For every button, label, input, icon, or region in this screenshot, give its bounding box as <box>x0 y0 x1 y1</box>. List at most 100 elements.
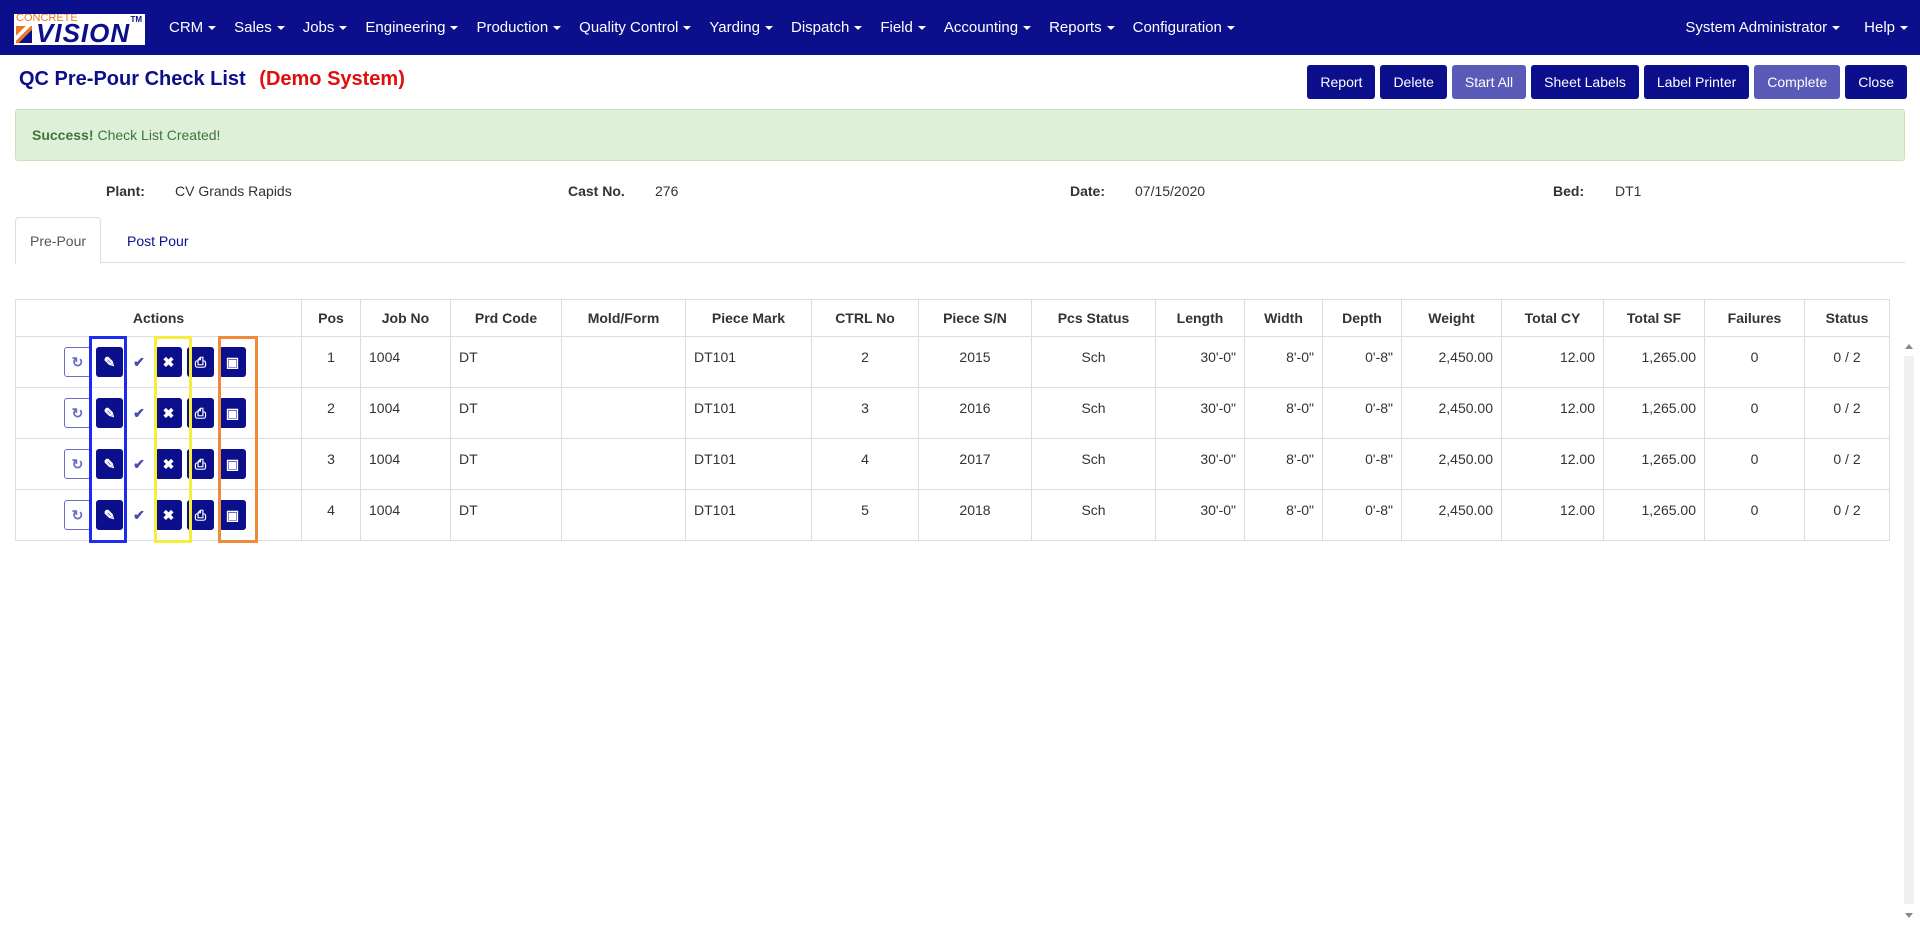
refresh-icon[interactable]: ↻ <box>64 347 91 377</box>
tab-post-pour[interactable]: Post Pour <box>113 217 202 264</box>
cell-width: 8'-0" <box>1244 438 1323 490</box>
image-icon[interactable]: ▣ <box>219 398 246 428</box>
label-printer-button[interactable]: Label Printer <box>1643 65 1750 99</box>
image-icon[interactable]: ▣ <box>219 347 246 377</box>
column-header[interactable]: Total SF <box>1603 299 1705 337</box>
column-header[interactable]: Job No <box>360 299 451 337</box>
print-icon[interactable]: ⎙ <box>187 398 214 428</box>
print-icon[interactable]: ⎙ <box>187 449 214 479</box>
edit-icon[interactable]: ✎ <box>96 449 123 479</box>
nav-menu-yarding[interactable]: Yarding <box>700 19 782 36</box>
delete-button[interactable]: Delete <box>1380 65 1447 99</box>
nav-menu-dispatch[interactable]: Dispatch <box>782 19 871 36</box>
row-actions: ↻ ✎ ✔ ✖ ⎙ ▣ <box>15 336 302 388</box>
nav-menu-quality-control[interactable]: Quality Control <box>570 19 700 36</box>
scroll-down-icon[interactable] <box>1905 913 1913 918</box>
nav-menu-label: Configuration <box>1132 19 1222 36</box>
column-header[interactable]: Mold/Form <box>561 299 686 337</box>
cell-length: 30'-0" <box>1155 387 1245 439</box>
column-header[interactable]: Failures <box>1704 299 1805 337</box>
nav-menu-engineering[interactable]: Engineering <box>356 19 467 36</box>
cell-status: Sch <box>1031 336 1156 388</box>
edit-icon[interactable]: ✎ <box>96 347 123 377</box>
help-menu[interactable]: Help <box>1852 19 1920 36</box>
cell-sn: 2018 <box>918 489 1032 541</box>
caret-down-icon <box>1832 26 1841 31</box>
sheet-labels-button[interactable]: Sheet Labels <box>1531 65 1639 99</box>
concrete-vision-logo[interactable]: CONCRETE VISION TM <box>14 14 145 45</box>
scroll-track[interactable] <box>1904 356 1914 904</box>
column-header[interactable]: Weight <box>1401 299 1502 337</box>
nav-menu-production[interactable]: Production <box>467 19 570 36</box>
nav-menu-label: Production <box>476 19 549 36</box>
cell-pos: 3 <box>301 438 361 490</box>
refresh-icon[interactable]: ↻ <box>64 449 91 479</box>
column-header[interactable]: Pos <box>301 299 361 337</box>
row-actions: ↻ ✎ ✔ ✖ ⎙ ▣ <box>15 387 302 439</box>
check-icon[interactable]: ✔ <box>128 449 150 479</box>
cell-weight: 2,450.00 <box>1401 387 1502 439</box>
column-header[interactable]: Width <box>1244 299 1323 337</box>
cell-mold <box>561 489 686 541</box>
column-header[interactable]: Piece S/N <box>918 299 1032 337</box>
cell-state: 0 / 2 <box>1804 336 1890 388</box>
checklist-grid: Actions Pos Job No Prd Code Mold/Form Piece M… <box>15 299 1890 541</box>
edit-icon[interactable]: ✎ <box>96 500 123 530</box>
tab-pre-pour[interactable]: Pre-Pour <box>15 217 102 264</box>
column-header[interactable]: Piece Mark <box>685 299 812 337</box>
refresh-icon[interactable]: ↻ <box>64 398 91 428</box>
check-icon[interactable]: ✔ <box>128 398 150 428</box>
column-header[interactable]: Actions <box>15 299 302 337</box>
image-icon[interactable]: ▣ <box>219 449 246 479</box>
nav-menu-configuration[interactable]: Configuration <box>1124 19 1244 36</box>
cell-sf: 1,265.00 <box>1603 489 1705 541</box>
column-header[interactable]: Status <box>1804 299 1890 337</box>
toolbar: Report Delete Start All Sheet Labels Lab… <box>1307 65 1907 99</box>
cell-weight: 2,450.00 <box>1401 438 1502 490</box>
column-header[interactable]: CTRL No <box>811 299 919 337</box>
caret-down-icon <box>450 26 459 31</box>
nav-menu-sales[interactable]: Sales <box>225 19 294 36</box>
cell-length: 30'-0" <box>1155 489 1245 541</box>
nav-menu-reports[interactable]: Reports <box>1040 19 1124 36</box>
table-header-row: Actions Pos Job No Prd Code Mold/Form Piece M… <box>15 299 1890 337</box>
close-button[interactable]: Close <box>1845 65 1907 99</box>
image-icon[interactable]: ▣ <box>219 500 246 530</box>
cell-ctrl: 4 <box>811 438 919 490</box>
close-icon[interactable]: ✖ <box>155 500 182 530</box>
caret-down-icon <box>1226 26 1235 31</box>
caret-down-icon <box>553 26 562 31</box>
vertical-scrollbar[interactable] <box>1904 344 1914 918</box>
close-icon[interactable]: ✖ <box>155 347 182 377</box>
column-header[interactable]: Total CY <box>1501 299 1604 337</box>
print-icon[interactable]: ⎙ <box>187 500 214 530</box>
close-icon[interactable]: ✖ <box>155 449 182 479</box>
nav-menu-label: Yarding <box>709 19 760 36</box>
nav-menu-accounting[interactable]: Accounting <box>935 19 1040 36</box>
nav-menu-field[interactable]: Field <box>871 19 935 36</box>
report-button[interactable]: Report <box>1307 65 1376 99</box>
help-menu-label: Help <box>1864 19 1895 36</box>
column-header[interactable]: Prd Code <box>450 299 562 337</box>
close-icon[interactable]: ✖ <box>155 398 182 428</box>
refresh-icon[interactable]: ↻ <box>64 500 91 530</box>
column-header[interactable]: Length <box>1155 299 1245 337</box>
user-menu[interactable]: System Administrator <box>1673 19 1852 36</box>
top-navbar: CONCRETE VISION TM CRM Sales Jobs Engineeri… <box>0 0 1920 55</box>
column-header[interactable]: Pcs Status <box>1031 299 1156 337</box>
print-icon[interactable]: ⎙ <box>187 347 214 377</box>
complete-button[interactable]: Complete <box>1754 65 1841 99</box>
edit-icon[interactable]: ✎ <box>96 398 123 428</box>
nav-menu-label: CRM <box>169 19 204 36</box>
cell-failures: 0 <box>1704 489 1805 541</box>
column-header[interactable]: Depth <box>1322 299 1402 337</box>
check-icon[interactable]: ✔ <box>128 347 150 377</box>
cell-width: 8'-0" <box>1244 489 1323 541</box>
cell-sf: 1,265.00 <box>1603 438 1705 490</box>
start-all-button[interactable]: Start All <box>1451 65 1527 99</box>
nav-menu-jobs[interactable]: Jobs <box>294 19 357 36</box>
nav-menu-crm[interactable]: CRM <box>160 19 225 36</box>
cell-mark: DT101 <box>685 387 812 439</box>
scroll-up-icon[interactable] <box>1905 344 1913 349</box>
check-icon[interactable]: ✔ <box>128 500 150 530</box>
